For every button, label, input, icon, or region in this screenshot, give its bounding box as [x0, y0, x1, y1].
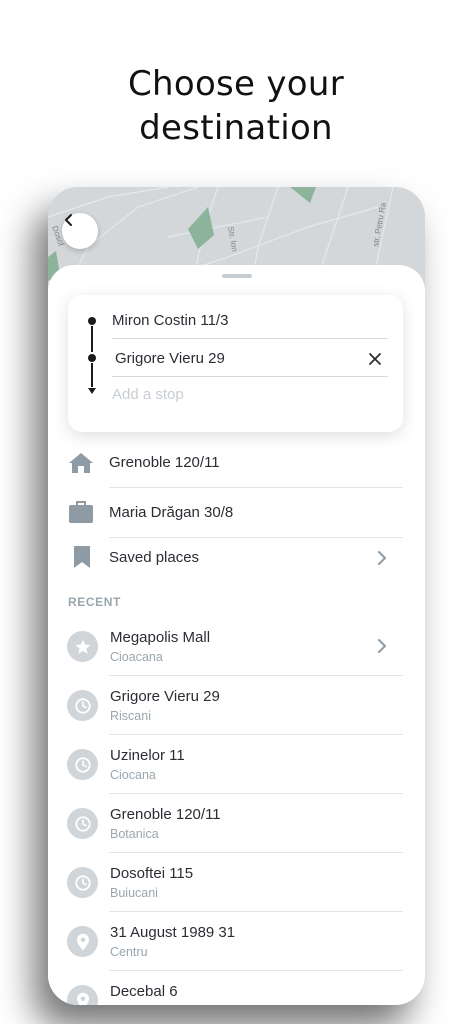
recent-item[interactable]: Grenoble 120/11 Botanica — [48, 794, 425, 853]
recent-item-subtitle: Cioacana — [110, 650, 163, 664]
origin-field[interactable]: Miron Costin 11/3 — [112, 312, 228, 329]
recent-item-title: Grenoble 120/11 — [110, 806, 221, 823]
recent-item[interactable]: Grigore Vieru 29 Riscani — [48, 676, 425, 735]
saved-work-label: Maria Drăgan 30/8 — [109, 504, 234, 521]
chevron-right-icon — [378, 639, 386, 653]
recent-item-title: 31 August 1989 31 — [110, 924, 236, 941]
bottom-sheet: Miron Costin 11/3 Grigore Vieru 29 Add a… — [48, 265, 425, 1005]
divider — [112, 376, 388, 377]
home-icon — [69, 453, 93, 473]
recent-item-title: Decebal 6 — [110, 983, 178, 1000]
add-stop-field[interactable]: Add a stop — [112, 386, 184, 403]
destination-dot-icon — [88, 354, 96, 362]
headline-line-1: Choose your — [127, 64, 345, 104]
destination-field[interactable]: Grigore Vieru 29 — [115, 350, 225, 367]
back-button[interactable] — [62, 213, 98, 249]
recent-item-subtitle: Botanica — [110, 827, 159, 841]
chevron-left-icon — [65, 214, 72, 226]
route-connector — [91, 326, 93, 352]
saved-home-row[interactable]: Grenoble 120/11 — [48, 438, 425, 488]
saved-places-row[interactable]: Saved places — [48, 538, 425, 584]
saved-work-row[interactable]: Maria Drăgan 30/8 — [48, 488, 425, 538]
recent-item[interactable]: Megapolis Mall Cioacana — [48, 617, 425, 676]
recent-heading: RECENT — [68, 595, 121, 609]
arrow-down-icon — [88, 388, 96, 394]
phone-screen: Str. Ion str. Petru Ra Dosof Miron Costi… — [48, 187, 425, 1005]
route-connector — [91, 363, 93, 387]
recent-item[interactable]: 31 August 1989 31 Centru — [48, 912, 425, 971]
route-card: Miron Costin 11/3 Grigore Vieru 29 Add a… — [68, 295, 403, 432]
recent-item-title: Megapolis Mall — [110, 629, 211, 646]
clock-icon — [67, 690, 98, 721]
briefcase-icon — [69, 501, 93, 523]
clock-icon — [67, 867, 98, 898]
recent-item-subtitle: Centru — [110, 945, 148, 959]
page-headline: Choose your destination — [0, 62, 472, 150]
recent-item-subtitle: Ciocana — [110, 768, 156, 782]
bookmark-icon — [74, 546, 90, 568]
saved-home-label: Grenoble 120/11 — [109, 454, 220, 471]
star-icon — [67, 631, 98, 662]
origin-dot-icon — [88, 317, 96, 325]
divider — [112, 338, 388, 339]
recent-item-subtitle: Buiucani — [110, 886, 158, 900]
recent-item[interactable]: Uzinelor 11 Ciocana — [48, 735, 425, 794]
clock-icon — [67, 808, 98, 839]
recent-item-title: Dosoftei 115 — [110, 865, 194, 882]
recent-item[interactable]: Decebal 6 — [48, 971, 425, 1005]
sheet-drag-handle[interactable] — [222, 274, 252, 278]
recent-item-title: Uzinelor 11 — [110, 747, 185, 764]
headline-line-2: destination — [139, 108, 333, 148]
recent-item-title: Grigore Vieru 29 — [110, 688, 220, 705]
saved-places-label: Saved places — [109, 549, 200, 566]
recent-item[interactable]: Dosoftei 115 Buiucani — [48, 853, 425, 912]
recent-item-subtitle: Riscani — [110, 709, 151, 723]
location-pin-icon — [67, 926, 98, 957]
location-pin-icon — [67, 985, 98, 1005]
clock-icon — [67, 749, 98, 780]
chevron-right-icon — [378, 551, 386, 565]
close-icon[interactable] — [365, 349, 385, 369]
